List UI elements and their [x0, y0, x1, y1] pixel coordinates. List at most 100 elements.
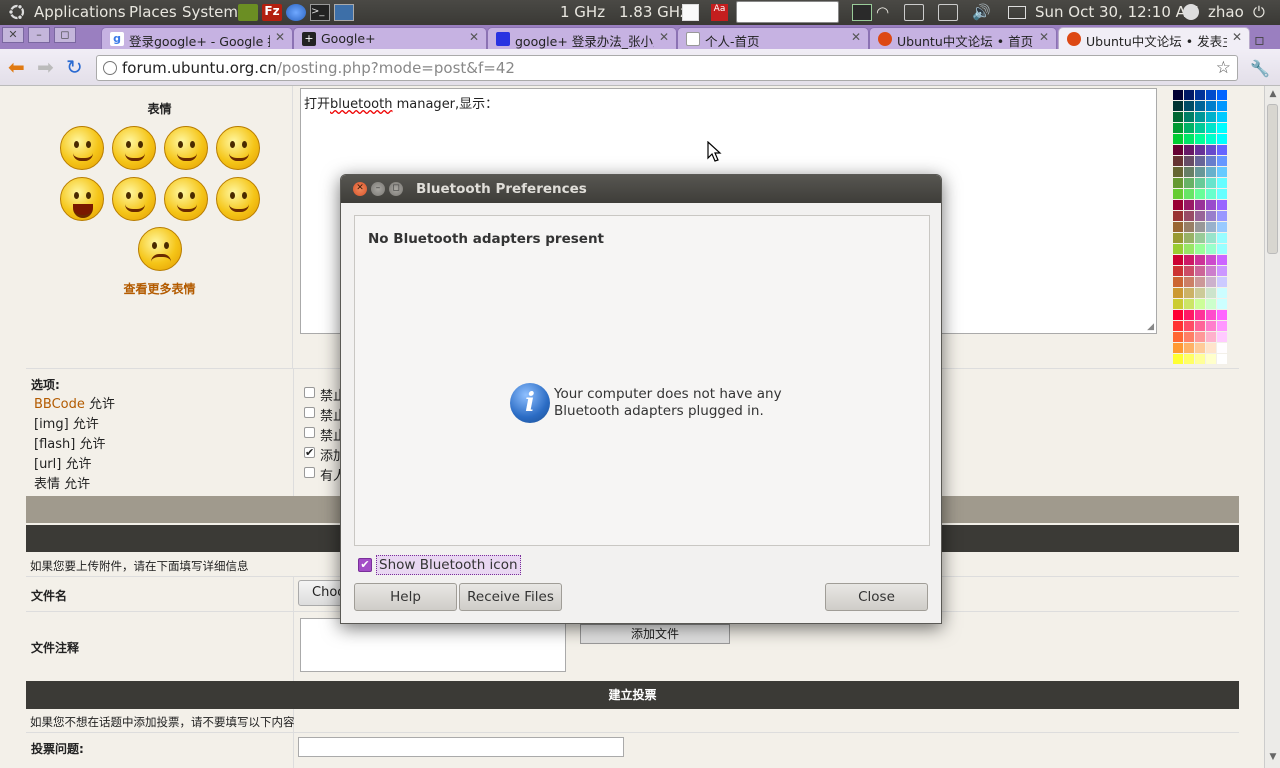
panel-search-input[interactable]	[736, 1, 839, 23]
color-swatch[interactable]	[1184, 277, 1194, 287]
volume-icon[interactable]: 🔊	[972, 3, 991, 21]
smiley-grin-icon[interactable]	[164, 177, 208, 221]
color-swatch[interactable]	[1206, 189, 1216, 199]
color-swatch[interactable]	[1195, 299, 1205, 309]
color-swatch[interactable]	[1184, 134, 1194, 144]
color-swatch[interactable]	[1195, 101, 1205, 111]
color-swatch[interactable]	[1217, 90, 1227, 100]
tab-close-icon[interactable]: ✕	[1232, 30, 1242, 44]
terminal-launcher-icon[interactable]: >_	[310, 4, 330, 21]
smiley-dizzy-icon[interactable]	[138, 227, 182, 271]
color-swatch[interactable]	[1173, 354, 1183, 364]
color-swatch[interactable]	[1217, 255, 1227, 265]
tab-close-icon[interactable]: ✕	[469, 30, 479, 44]
color-swatch[interactable]	[1195, 178, 1205, 188]
color-swatch[interactable]	[1195, 343, 1205, 353]
address-text[interactable]: forum.ubuntu.org.cn/posting.php?mode=pos…	[122, 59, 515, 77]
scroll-down-icon[interactable]: ▼	[1267, 752, 1279, 764]
color-swatch[interactable]	[1195, 288, 1205, 298]
back-icon[interactable]: ⬅	[8, 57, 25, 77]
color-swatch[interactable]	[1217, 233, 1227, 243]
color-swatch[interactable]	[1184, 156, 1194, 166]
color-swatch[interactable]	[1173, 343, 1183, 353]
color-swatch[interactable]	[1206, 277, 1216, 287]
color-swatch[interactable]	[1184, 178, 1194, 188]
color-swatch[interactable]	[1206, 134, 1216, 144]
color-swatch[interactable]	[1206, 299, 1216, 309]
tab-personal-home[interactable]: 个人-首页 ✕	[677, 27, 869, 49]
tab-ubuntu-forum-post[interactable]: Ubuntu中文论坛 • 发表主题 ✕	[1058, 27, 1250, 49]
color-swatch[interactable]	[1173, 233, 1183, 243]
color-swatch[interactable]	[1206, 233, 1216, 243]
option-checkbox[interactable]	[304, 467, 315, 478]
color-swatch[interactable]	[1173, 90, 1183, 100]
help-button[interactable]: Help	[354, 583, 457, 611]
color-swatch[interactable]	[1173, 288, 1183, 298]
tab-google-plus[interactable]: + Google+ ✕	[293, 27, 487, 49]
color-swatch[interactable]	[1217, 310, 1227, 320]
smiley-icon[interactable]	[60, 126, 104, 170]
bookmark-star-icon[interactable]: ☆	[1216, 58, 1231, 78]
smiley-tongue-icon[interactable]	[112, 126, 156, 170]
color-swatch[interactable]	[1184, 167, 1194, 177]
option-checkbox[interactable]	[304, 407, 315, 418]
color-swatch[interactable]	[1217, 222, 1227, 232]
color-swatch[interactable]	[1184, 200, 1194, 210]
tab-close-icon[interactable]: ✕	[851, 30, 861, 44]
color-swatch[interactable]	[1206, 310, 1216, 320]
color-swatch[interactable]	[1206, 222, 1216, 232]
color-swatch[interactable]	[1195, 310, 1205, 320]
color-swatch[interactable]	[1217, 354, 1227, 364]
color-swatch[interactable]	[1173, 189, 1183, 199]
color-swatch[interactable]	[1206, 343, 1216, 353]
tab-close-icon[interactable]: ✕	[659, 30, 669, 44]
page-info-icon[interactable]	[103, 61, 117, 75]
color-swatch[interactable]	[1173, 255, 1183, 265]
file-comment-textarea[interactable]	[300, 618, 566, 672]
wifi-icon[interactable]: ◠	[876, 3, 889, 21]
color-swatch[interactable]	[1206, 332, 1216, 342]
user-status-icon[interactable]	[1183, 4, 1199, 20]
color-swatch[interactable]	[1173, 101, 1183, 111]
window-maximize-button[interactable]: ◻	[54, 27, 76, 43]
color-swatch[interactable]	[1184, 145, 1194, 155]
smiley-cry-icon[interactable]	[60, 177, 104, 221]
color-swatch[interactable]	[1206, 244, 1216, 254]
color-swatch[interactable]	[1184, 288, 1194, 298]
color-swatch[interactable]	[1217, 134, 1227, 144]
color-swatch[interactable]	[1217, 277, 1227, 287]
color-swatch[interactable]	[1173, 266, 1183, 276]
color-swatch[interactable]	[1206, 321, 1216, 331]
color-swatch[interactable]	[1184, 112, 1194, 122]
window-close-button[interactable]: ✕	[2, 27, 24, 43]
dialog-titlebar[interactable]: ✕ – ◻ Bluetooth Preferences	[341, 175, 941, 203]
color-swatch[interactable]	[1217, 299, 1227, 309]
scroll-up-icon[interactable]: ▲	[1267, 89, 1279, 101]
color-swatch[interactable]	[1184, 310, 1194, 320]
color-swatch[interactable]	[1206, 200, 1216, 210]
menu-places[interactable]: Places	[129, 3, 177, 21]
reload-icon[interactable]: ↻	[66, 57, 83, 77]
filezilla-launcher-icon[interactable]: Fz	[262, 4, 282, 21]
poll-question-input[interactable]	[298, 737, 624, 757]
color-swatch[interactable]	[1184, 343, 1194, 353]
books-launcher-icon[interactable]	[238, 4, 258, 21]
color-swatch[interactable]	[1173, 299, 1183, 309]
keyboard-icon[interactable]	[904, 4, 924, 21]
color-swatch[interactable]	[1195, 222, 1205, 232]
input-method-icon[interactable]	[938, 4, 958, 21]
color-swatch[interactable]	[1184, 244, 1194, 254]
ubuntu-logo-icon[interactable]	[8, 3, 26, 25]
color-swatch[interactable]	[1206, 167, 1216, 177]
color-swatch[interactable]	[1217, 244, 1227, 254]
scrollbar-thumb[interactable]	[1267, 104, 1278, 254]
forward-icon[interactable]: ➡	[37, 57, 54, 77]
bbcode-link[interactable]: BBCode	[34, 397, 85, 412]
tab-close-icon[interactable]: ✕	[1039, 30, 1049, 44]
show-bluetooth-icon-checkbox[interactable]: ✔	[358, 558, 372, 572]
color-swatch[interactable]	[1173, 178, 1183, 188]
color-swatch[interactable]	[1195, 244, 1205, 254]
color-swatch[interactable]	[1173, 156, 1183, 166]
color-swatch[interactable]	[1217, 266, 1227, 276]
color-swatch[interactable]	[1195, 167, 1205, 177]
